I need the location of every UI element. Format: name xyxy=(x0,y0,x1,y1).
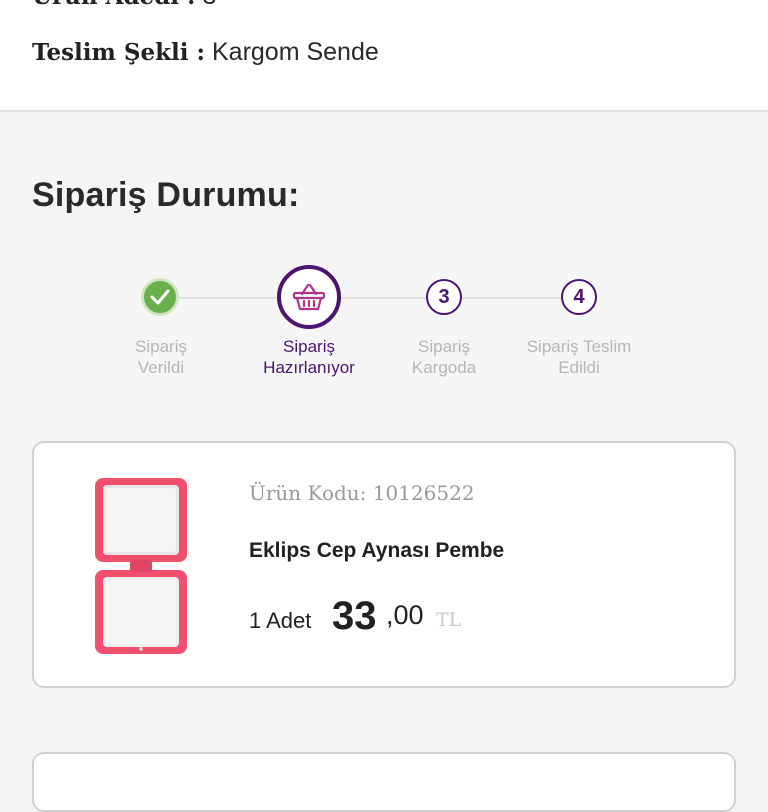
price-decimal: ,00 xyxy=(386,600,424,630)
delivery-method-label: Teslim Şekli : xyxy=(32,39,206,66)
product-quantity: 1 Adet xyxy=(249,608,312,633)
product-name[interactable]: Eklips Cep Aynası Pembe xyxy=(249,539,504,563)
pocket-mirror-image xyxy=(95,478,187,654)
next-product-card[interactable] xyxy=(32,752,736,812)
step-shipping-number: 3 xyxy=(426,279,462,315)
order-info-card: Ürün Adedi : 3 Teslim Şekli : Kargom Sen… xyxy=(0,0,768,112)
product-card[interactable]: Ürün Kodu: 10126522 Eklips Cep Aynası Pe… xyxy=(32,441,736,688)
step-delivered-label: Sipariş Teslim Edildi xyxy=(499,336,659,378)
product-count-value: 3 xyxy=(202,0,216,10)
product-count-label: Ürün Adedi : xyxy=(32,0,196,10)
product-code: Ürün Kodu: 10126522 xyxy=(249,481,475,505)
progress-track xyxy=(160,297,578,299)
step-ordered-check-icon xyxy=(141,278,179,316)
delivery-method-value: Kargom Sende xyxy=(211,38,379,66)
step-ordered-label: Sipariş Verildi xyxy=(81,336,241,378)
order-status-title: Sipariş Durumu: xyxy=(32,176,300,214)
price-integer: 33 xyxy=(332,594,377,638)
product-count-row: Ürün Adedi : 3 xyxy=(32,0,216,11)
step-ordered-label-line2: Verildi xyxy=(137,358,185,377)
step-delivered-label-line1: Sipariş Teslim xyxy=(526,337,632,356)
step-delivered-number: 4 xyxy=(561,279,597,315)
step-delivered-label-line2: Edildi xyxy=(558,358,600,377)
step-preparing-basket-icon xyxy=(277,265,341,329)
step-ordered-label-line1: Sipariş xyxy=(135,337,187,356)
delivery-method-row: Teslim Şekli : Kargom Sende xyxy=(32,38,379,67)
price-currency: TL xyxy=(436,609,462,631)
